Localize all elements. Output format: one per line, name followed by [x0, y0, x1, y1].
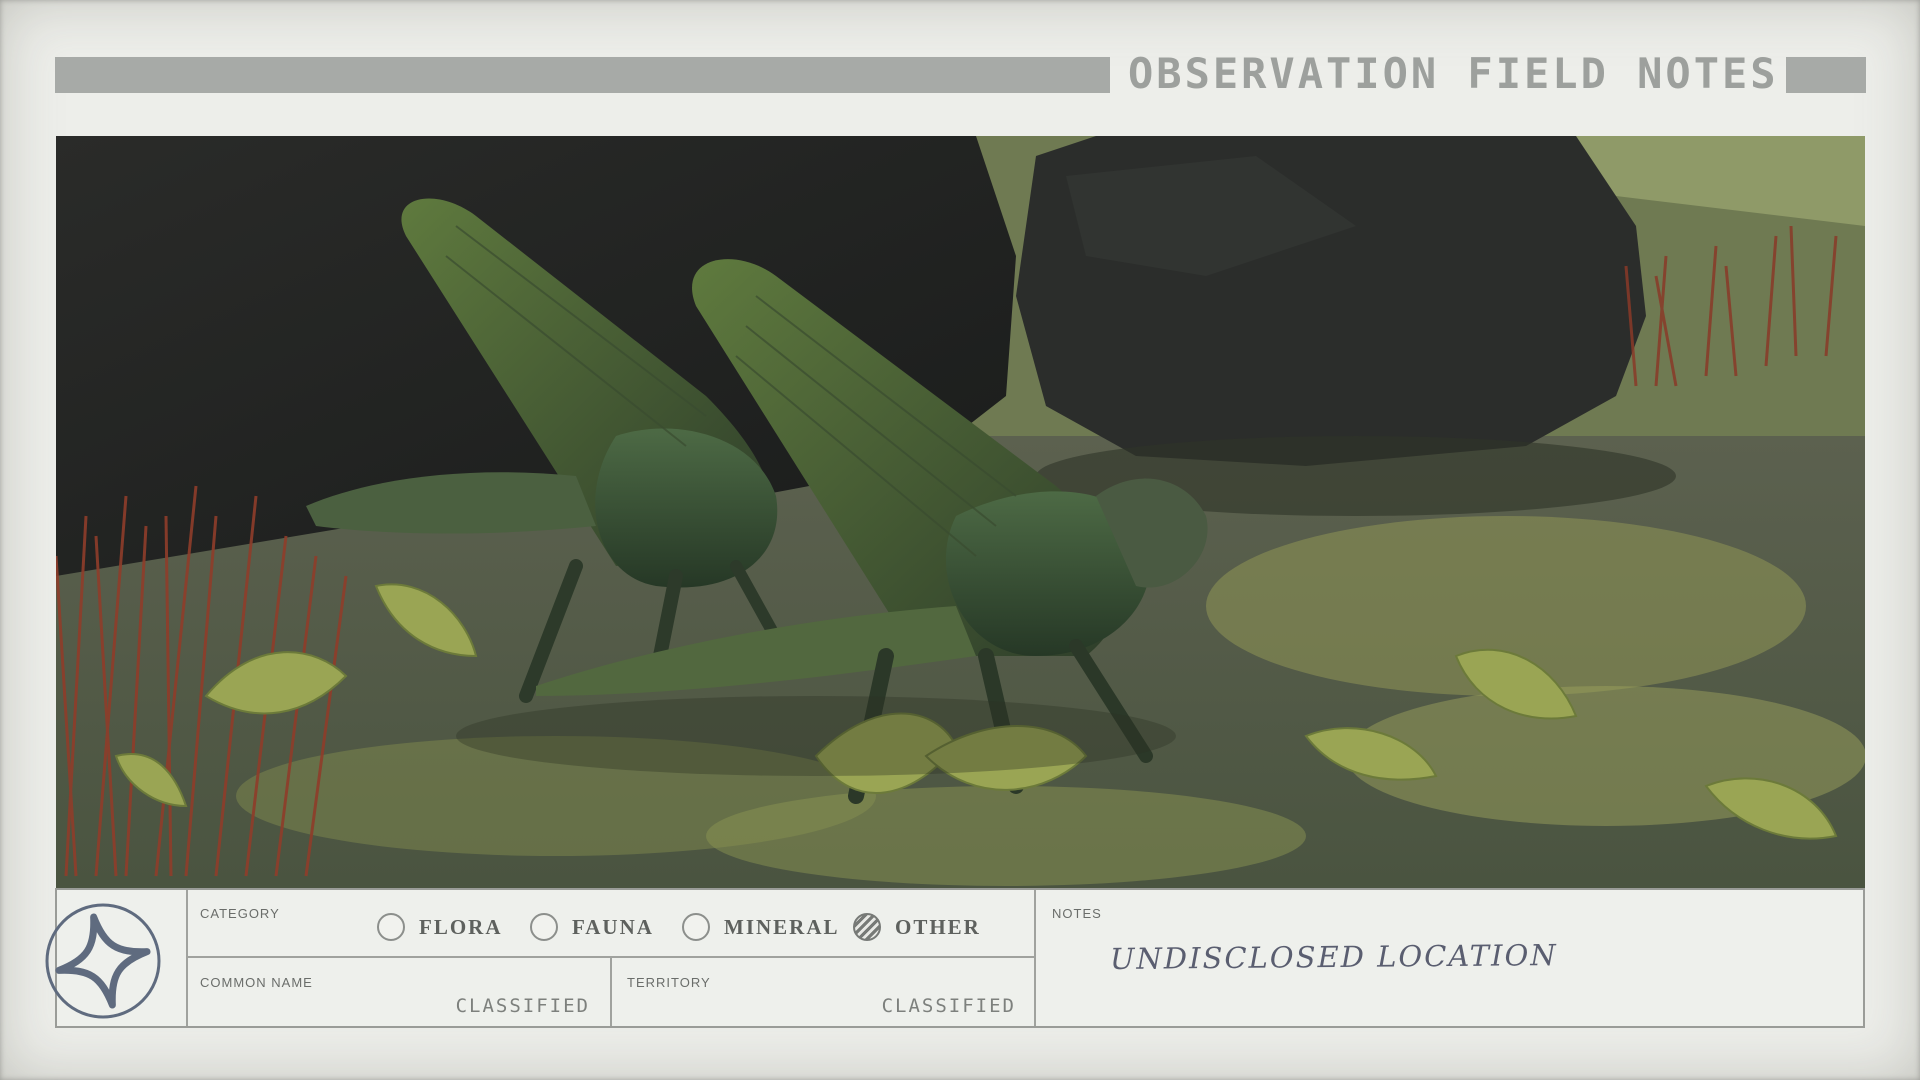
constellation-star-icon	[40, 898, 166, 1024]
common-name-label: COMMON NAME	[200, 975, 313, 990]
radio-other[interactable]: OTHER	[853, 910, 981, 944]
divider-territory	[610, 957, 612, 1026]
radio-flora[interactable]: FLORA	[377, 910, 503, 944]
common-name-value: CLASSIFIED	[455, 995, 590, 1017]
radio-fauna-circle[interactable]	[530, 913, 558, 941]
photo-illustration	[56, 136, 1865, 888]
radio-other-circle[interactable]	[853, 913, 881, 941]
field-notes-card: OBSERVATION FIELD NOTES CATEGORY FLORA F…	[0, 0, 1920, 1080]
title-bar-left	[55, 57, 1110, 93]
radio-other-label: OTHER	[895, 914, 981, 939]
category-label: CATEGORY	[200, 906, 280, 921]
notes-value: UNDISCLOSED LOCATION	[1109, 938, 1558, 976]
radio-flora-label: FLORA	[419, 914, 503, 939]
territory-value: CLASSIFIED	[881, 995, 1016, 1017]
radio-fauna[interactable]: FAUNA	[530, 910, 654, 944]
radio-mineral-label: MINERAL	[724, 914, 840, 939]
radio-flora-circle[interactable]	[377, 913, 405, 941]
territory-label: TERRITORY	[627, 975, 711, 990]
divider-notes	[1034, 890, 1036, 1026]
title-bar-right	[1786, 57, 1866, 93]
page-title: OBSERVATION FIELD NOTES	[1128, 49, 1779, 98]
radio-mineral-circle[interactable]	[682, 913, 710, 941]
radio-fauna-label: FAUNA	[572, 914, 654, 939]
radio-mineral[interactable]: MINERAL	[682, 910, 840, 944]
notes-label: NOTES	[1052, 906, 1102, 921]
divider-logo	[186, 890, 188, 1026]
creature-photo	[56, 136, 1865, 888]
